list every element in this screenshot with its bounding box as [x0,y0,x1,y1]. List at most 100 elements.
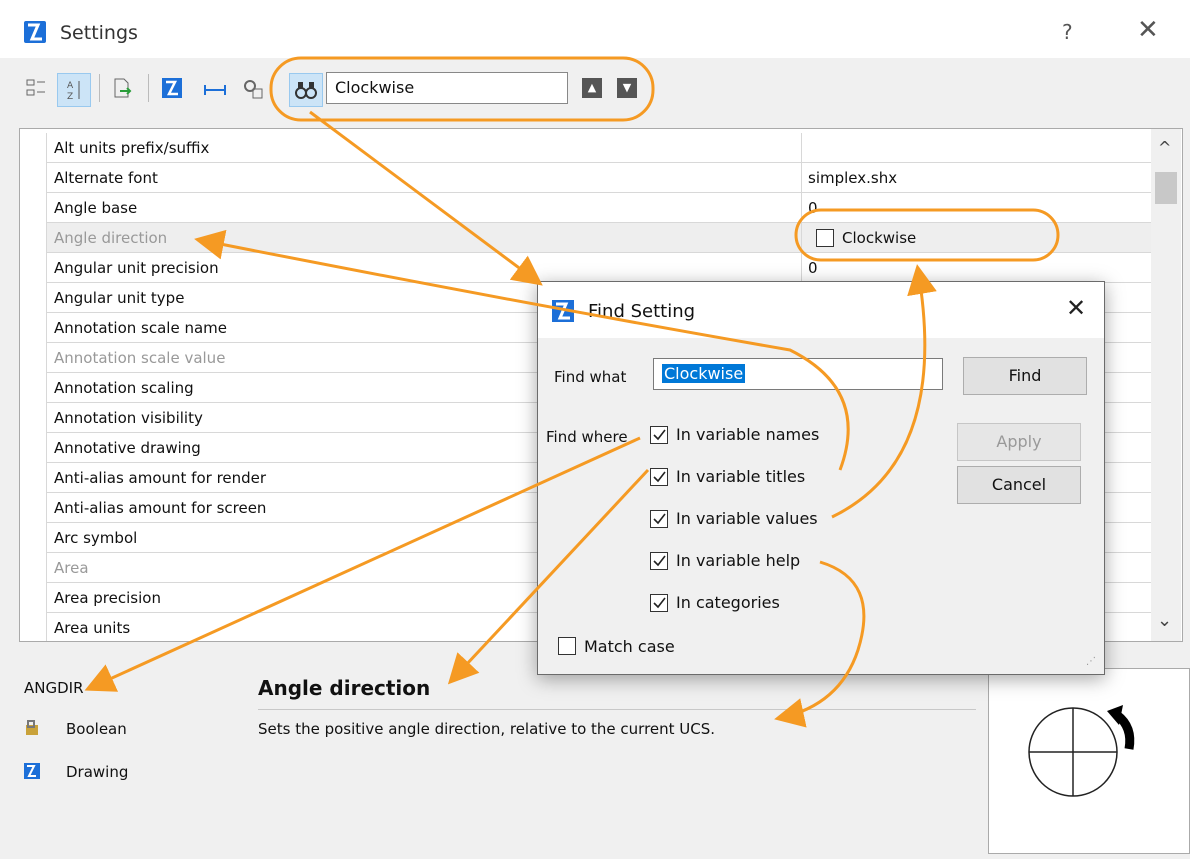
row-gutter [20,223,47,253]
setting-value[interactable]: simplex.shx [808,169,897,187]
row-gutter [20,343,47,373]
setting-name: Anti-alias amount for render [54,469,267,487]
scrollbar-thumb[interactable] [1155,172,1177,204]
option-checkbox[interactable] [650,468,668,486]
alphabetic-view-icon[interactable]: AZ [57,73,91,107]
setting-name: Area units [54,619,131,637]
dialog-close-button[interactable]: ✕ [1066,294,1086,322]
row-gutter [20,163,47,193]
export-icon[interactable] [110,76,134,100]
row-gutter [20,523,47,553]
match-case-label: Match case [584,637,675,656]
setting-name: Anti-alias amount for screen [54,499,267,517]
row-gutter [20,283,47,313]
setting-name: Angle base [54,199,138,217]
option-label: In variable names [676,425,820,444]
svg-text:A: A [67,81,74,91]
toolbar-separator [99,74,100,102]
variable-scope: Drawing [66,763,129,781]
setting-value[interactable]: 0 [808,259,818,277]
option-checkbox[interactable] [650,594,668,612]
bricscad-icon[interactable] [162,78,182,98]
row-gutter [20,313,47,343]
dimension-icon[interactable] [203,78,227,102]
search-input[interactable]: Clockwise [326,72,568,104]
dialog-title: Find Setting [588,301,696,322]
row-gutter [20,433,47,463]
clockwise-checkbox[interactable] [816,229,834,247]
match-case-checkbox[interactable] [558,637,576,655]
window-title: Settings [60,22,138,44]
row-gutter [20,493,47,523]
divider [258,709,976,710]
checkmark-icon [653,555,666,567]
checkmark-icon [653,429,666,441]
option-checkbox[interactable] [650,552,668,570]
setting-name: Area precision [54,589,161,607]
option-label: In categories [676,593,780,612]
table-row[interactable]: Angular unit precision 0 [20,253,1160,283]
column-divider [801,193,802,223]
option-label: In variable help [676,551,801,570]
setting-name: Arc symbol [54,529,138,547]
angle-direction-diagram [1028,705,1135,797]
column-divider [801,133,802,163]
option-checkbox[interactable] [650,426,668,444]
variable-name: ANGDIR [24,679,84,697]
find-what-value: Clockwise [662,364,746,383]
row-gutter [20,253,47,283]
scroll-up-icon[interactable]: ^ [1158,138,1171,157]
close-button[interactable]: ✕ [1137,15,1159,45]
apply-button[interactable]: Apply [957,423,1081,461]
setting-name: Annotation scale value [54,349,226,367]
find-button[interactable]: Find [963,357,1087,395]
setting-name: Annotative drawing [54,439,201,457]
resize-grip-icon[interactable]: ⋰ [1086,656,1096,667]
option-label: In variable values [676,509,818,528]
drawing-scope-icon [24,763,40,779]
row-gutter [20,133,47,163]
scroll-down-icon[interactable]: ⌄ [1157,610,1172,631]
checkmark-icon [653,513,666,525]
column-divider [801,253,802,283]
row-gutter [20,463,47,493]
table-row[interactable]: Angle base 0 [20,193,1160,223]
setting-value[interactable]: 0 [808,199,818,217]
table-row[interactable]: Angle direction Clockwise [20,223,1160,253]
settings-gear-icon[interactable] [240,76,264,100]
find-what-input[interactable]: Clockwise [653,358,943,390]
preview-panel [988,668,1190,854]
table-row[interactable]: Alt units prefix/suffix [20,133,1160,163]
setting-description: Sets the positive angle direction, relat… [258,720,716,738]
setting-name: Angular unit precision [54,259,219,277]
find-setting-dialog: Find Setting ✕ Find what Clockwise Find … [537,281,1105,675]
setting-name: Annotation visibility [54,409,203,427]
setting-name: Angle direction [54,229,168,247]
option-label: In variable titles [676,467,806,486]
row-gutter [20,193,47,223]
find-what-label: Find what [554,368,627,386]
setting-name: Alternate font [54,169,158,187]
boolean-type-icon [24,719,42,741]
checkmark-icon [653,471,666,483]
setting-value[interactable]: Clockwise [842,229,916,247]
find-next-button[interactable]: ▼ [617,78,637,98]
setting-name: Angular unit type [54,289,185,307]
help-button[interactable]: ? [1062,20,1073,44]
row-gutter [20,403,47,433]
setting-name: Alt units prefix/suffix [54,139,210,157]
setting-name: Annotation scale name [54,319,227,337]
row-gutter [20,553,47,583]
find-binoculars-icon[interactable] [289,73,323,107]
grid-scrollbar[interactable] [1151,129,1181,641]
dialog-logo-icon [552,300,574,322]
table-row[interactable]: Alternate font simplex.shx [20,163,1160,193]
variable-type: Boolean [66,720,127,738]
categorized-view-icon[interactable] [24,76,48,100]
option-checkbox[interactable] [650,510,668,528]
row-gutter [20,373,47,403]
setting-title: Angle direction [258,676,431,700]
setting-name: Area [54,559,89,577]
cancel-button[interactable]: Cancel [957,466,1081,504]
find-previous-button[interactable]: ▲ [582,78,602,98]
